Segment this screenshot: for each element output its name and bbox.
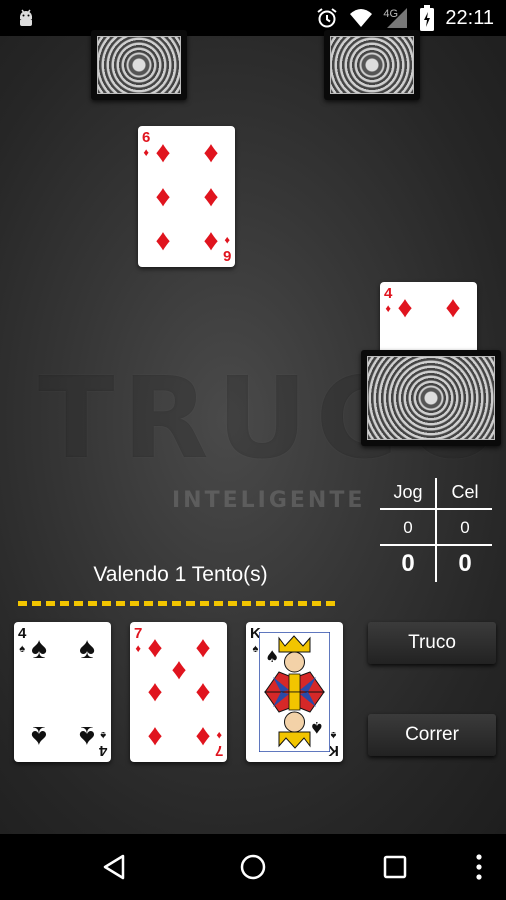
score-total-player: 0	[401, 550, 415, 577]
card-suit: ♠	[330, 729, 337, 741]
android-icon	[20, 9, 32, 26]
spade-pip: ♠	[79, 632, 95, 665]
divider-line	[18, 601, 340, 606]
spade-pip: ♠	[31, 632, 47, 665]
card-rank: 6	[222, 247, 231, 264]
score-table: Jog Cel 0 0 0 0	[380, 478, 492, 582]
king-face-art: ♠ ♠	[259, 632, 330, 752]
card-rank: 7	[134, 625, 143, 642]
diamond-pip: ♦	[147, 719, 163, 752]
card-corner: 6 ♦	[222, 233, 231, 264]
spade-pip: ♠	[31, 720, 47, 753]
score-header-player: Jog	[393, 482, 423, 502]
svg-text:♠: ♠	[265, 647, 279, 666]
card-suit: ♦	[224, 234, 230, 246]
spade-pip: ♠	[79, 720, 95, 753]
card-suit: ♦	[143, 147, 149, 159]
watermark-subtitle: INTELIGENTE	[172, 488, 366, 513]
diamond-pip: ♦	[155, 224, 171, 257]
recents-icon[interactable]	[380, 852, 410, 882]
card-corner: 4 ♠	[98, 728, 107, 759]
card-corner: 6 ♦	[142, 129, 151, 160]
diamond-pip: ♦	[155, 136, 171, 169]
hand-card-3[interactable]: K ♠ K ♠ ♠ ♠	[246, 622, 343, 762]
battery-icon	[420, 5, 435, 31]
truco-button[interactable]: Truco	[368, 622, 496, 664]
card-suit: ♠	[99, 729, 106, 741]
card-corner: 7 ♦	[214, 728, 223, 759]
played-card-opponent: 6 ♦ 6 ♦ ♦ ♦ ♦ ♦ ♦ ♦	[138, 126, 235, 267]
clock: 22:11	[445, 6, 494, 29]
menu-overflow-icon[interactable]	[474, 852, 484, 882]
card-suit: ♦	[385, 303, 391, 315]
card-rank: 7	[214, 742, 223, 759]
card-rank: 4	[18, 625, 27, 642]
diamond-pip: ♦	[195, 675, 211, 708]
card-suit: ♠	[252, 643, 259, 655]
wifi-icon	[350, 9, 373, 27]
diamond-pip: ♦	[155, 180, 171, 213]
hand-card-2[interactable]: 7 ♦ 7 ♦ ♦ ♦ ♦ ♦ ♦ ♦ ♦	[130, 622, 227, 762]
score-header-cpu: Cel	[451, 482, 479, 502]
card-suit: ♠	[19, 643, 26, 655]
diamond-pip: ♦	[203, 224, 219, 257]
card-rank: 4	[384, 285, 393, 302]
diamond-pip: ♦	[203, 180, 219, 213]
card-rank: 4	[98, 742, 107, 759]
card-corner: 4 ♠	[18, 625, 27, 656]
score-total-cpu: 0	[458, 550, 472, 577]
diamond-pip: ♦	[445, 291, 461, 324]
card-corner: 4 ♦	[384, 285, 393, 316]
hand-card-1[interactable]: 4 ♠ 4 ♠ ♠ ♠ ♠ ♠	[14, 622, 111, 762]
opponent-right-card-back	[324, 30, 420, 100]
status-bar: 4G 22:11	[0, 0, 506, 36]
signal-icon	[387, 8, 408, 28]
diamond-pip: ♦	[397, 291, 413, 324]
card-rank: 6	[142, 129, 151, 146]
card-suit: ♦	[216, 729, 222, 741]
svg-text:♠: ♠	[310, 718, 324, 737]
stake-label: Valendo 1 Tento(s)	[93, 563, 268, 586]
correr-button[interactable]: Correr	[368, 714, 496, 756]
back-icon[interactable]	[99, 852, 129, 882]
score-round-player: 0	[403, 518, 413, 537]
card-corner: 7 ♦	[134, 625, 143, 656]
diamond-pip: ♦	[203, 136, 219, 169]
diamond-pip: ♦	[195, 631, 211, 664]
card-suit: ♦	[135, 643, 141, 655]
alarm-icon	[317, 8, 338, 28]
opponent-side-card-back	[361, 350, 501, 446]
diamond-pip: ♦	[171, 653, 187, 686]
opponent-left-card-back	[91, 30, 187, 100]
diamond-pip: ♦	[195, 719, 211, 752]
score-round-cpu: 0	[460, 518, 470, 537]
diamond-pip: ♦	[147, 675, 163, 708]
navigation-bar	[0, 834, 506, 900]
diamond-pip: ♦	[147, 631, 163, 664]
home-icon[interactable]	[238, 852, 268, 882]
